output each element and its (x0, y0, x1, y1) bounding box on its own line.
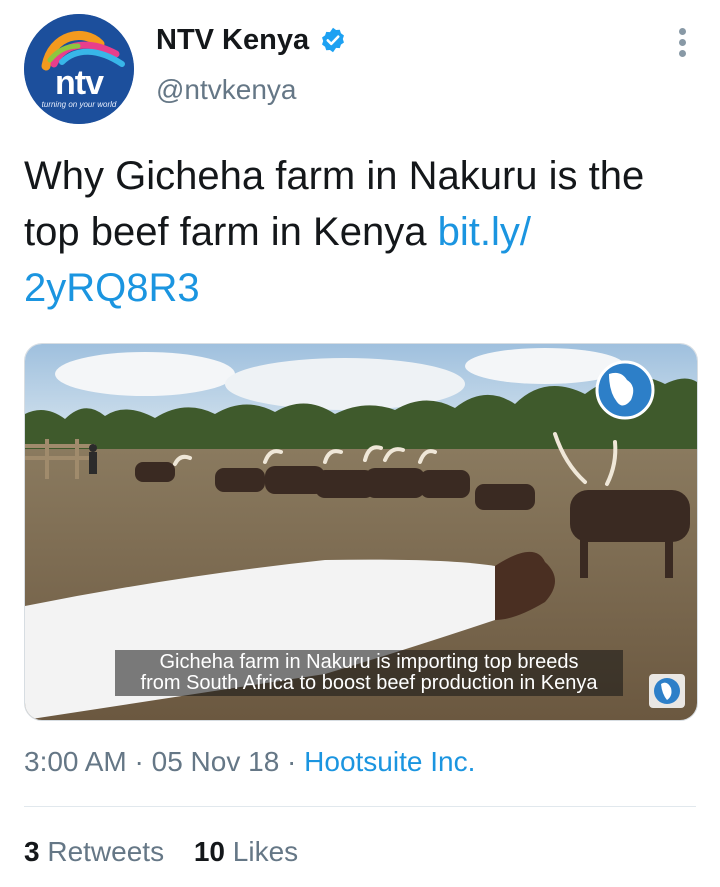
tweet-meta: 3:00 AM · 05 Nov 18 · Hootsuite Inc. (24, 746, 476, 777)
tweet-body: Why Gicheha farm in Nakuru is the top be… (24, 154, 645, 254)
account-handle[interactable]: @ntvkenya (156, 74, 297, 106)
likes-stat[interactable]: 10 Likes (194, 836, 298, 867)
divider (24, 806, 696, 807)
avatar-slogan: turning on your world (41, 100, 117, 109)
retweets-stat[interactable]: 3 Retweets (24, 836, 164, 867)
tweet-stats: 3 Retweets 10 Likes (24, 836, 320, 868)
display-name[interactable]: NTV Kenya (156, 24, 309, 57)
tweet-time[interactable]: 3:00 AM (24, 746, 127, 777)
caption-line-2: from South Africa to boost beef producti… (140, 672, 598, 694)
tweet-date[interactable]: 05 Nov 18 (152, 746, 280, 777)
caption-line-1: Gicheha farm in Nakuru is importing top … (159, 651, 579, 673)
video-caption: Gicheha farm in Nakuru is importing top … (115, 650, 623, 696)
tweet-header: ntv turning on your world NTV Kenya @ntv… (24, 14, 696, 124)
tweet-text: Why Gicheha farm in Nakuru is the top be… (24, 148, 684, 316)
tweet-source-link[interactable]: Hootsuite Inc. (304, 746, 475, 777)
more-options-icon[interactable] (676, 28, 688, 62)
avatar[interactable]: ntv turning on your world (24, 14, 134, 124)
avatar-logo-text: ntv (55, 64, 104, 102)
tweet-media-image[interactable]: Gicheha farm in Nakuru is importing top … (24, 343, 698, 721)
verified-badge-icon (322, 27, 345, 53)
account-name-row: NTV Kenya (156, 22, 347, 58)
